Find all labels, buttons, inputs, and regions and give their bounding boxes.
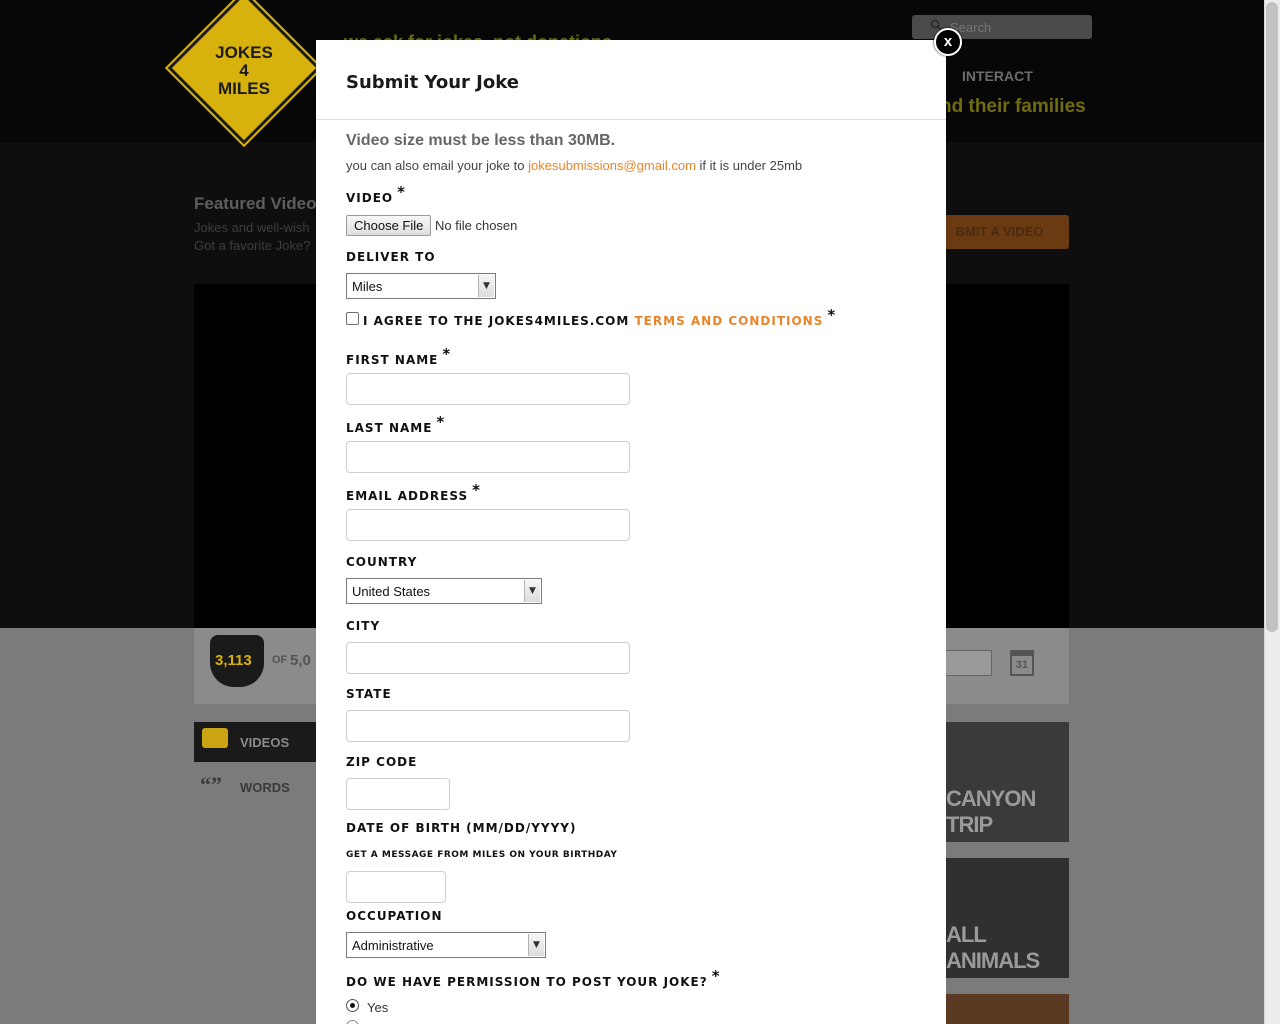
chevron-down-icon: ▼ <box>524 580 540 602</box>
featured-desc-line-2: Got a favorite Joke? <box>194 238 311 253</box>
dob-label: DATE OF BIRTH (MM/DD/YYYY) <box>346 821 577 835</box>
occupation-select[interactable]: Administrative ▼ <box>346 932 546 958</box>
email-link[interactable]: jokesubmissions@gmail.com <box>528 158 696 173</box>
last-name-field[interactable] <box>346 441 630 473</box>
file-status: No file chosen <box>435 218 518 233</box>
submit-joke-modal: Submit Your Joke Video size must be less… <box>316 40 946 1024</box>
chevron-down-icon: ▼ <box>478 275 494 297</box>
email-note-prefix: you can also email your joke to <box>346 158 529 173</box>
email-field[interactable] <box>346 509 630 541</box>
joke-count: 3,113 <box>215 652 252 669</box>
required-marker: * <box>397 183 406 201</box>
nav-interact[interactable]: INTERACT <box>962 68 1033 84</box>
video-thumbnail[interactable]: CANYON TRIP <box>942 722 1069 842</box>
occupation-label: OCCUPATION <box>346 909 443 923</box>
scrollbar-thumb[interactable] <box>1266 2 1278 632</box>
first-name-label: FIRST NAME * <box>346 345 451 368</box>
permission-no-radio[interactable] <box>346 1020 359 1024</box>
deliver-to-label: DELIVER TO <box>346 250 436 264</box>
terms-prefix: I AGREE TO THE JOKES4MILES.COM <box>363 314 635 328</box>
terms-link[interactable]: TERMS AND CONDITIONS <box>635 314 824 328</box>
required-marker: * <box>827 306 837 324</box>
zip-field[interactable] <box>346 778 450 810</box>
dob-sublabel: GET A MESSAGE FROM MILES ON YOUR BIRTHDA… <box>346 850 618 860</box>
close-button[interactable]: x <box>934 28 962 56</box>
deliver-to-value: Miles <box>352 279 383 294</box>
logo-text: JOKES 4 MILES <box>184 44 304 98</box>
zip-label: ZIP CODE <box>346 755 418 769</box>
first-name-field[interactable] <box>346 373 630 405</box>
required-marker: * <box>436 413 446 431</box>
required-marker: * <box>711 967 721 985</box>
chevron-down-icon: ▼ <box>528 934 544 956</box>
logo-line-3: MILES <box>218 79 270 98</box>
quote-icon: “” <box>200 772 222 797</box>
search-input[interactable] <box>950 19 1080 35</box>
video-thumbnail[interactable]: ALL ANIMALS <box>942 858 1069 978</box>
filter-select[interactable] <box>940 650 992 676</box>
nav-families-text: nd their families <box>940 96 1086 117</box>
logo-line-1: JOKES <box>215 43 273 62</box>
first-name-label-text: FIRST NAME <box>346 353 439 367</box>
featured-desc-line-1: Jokes and well-wish <box>194 220 310 235</box>
required-marker: * <box>472 481 481 499</box>
featured-title: Featured Video <box>194 194 317 213</box>
video-label-text: VIDEO <box>346 191 394 205</box>
last-name-label-text: LAST NAME <box>346 421 433 435</box>
state-field[interactable] <box>346 710 630 742</box>
video-camera-icon <box>202 728 228 748</box>
last-name-label: LAST NAME * <box>346 413 445 436</box>
country-value: United States <box>352 584 431 599</box>
thumbnail-caption: CANYON TRIP <box>946 786 1036 837</box>
count-total: 5,0 <box>290 652 311 669</box>
count-of-label: OF <box>272 654 288 666</box>
submit-video-button[interactable]: BMIT A VIDEO <box>930 215 1069 249</box>
video-label: VIDEO * <box>346 183 406 206</box>
permission-yes-radio[interactable] <box>346 999 359 1012</box>
email-note: you can also email your joke to jokesubm… <box>346 158 802 173</box>
permission-label-text: DO WE HAVE PERMISSION TO POST YOUR JOKE? <box>346 975 708 989</box>
required-marker: * <box>442 345 452 363</box>
country-select[interactable]: United States ▼ <box>346 578 542 604</box>
video-size-note: Video size must be less than 30MB. <box>346 132 616 149</box>
calendar-icon[interactable]: 31 <box>1010 650 1034 676</box>
thumbnail-caption: ALL ANIMALS <box>946 922 1040 973</box>
country-label: COUNTRY <box>346 555 418 569</box>
featured-description: Jokes and well-wish Got a favorite Joke? <box>194 219 310 255</box>
city-field[interactable] <box>346 642 630 674</box>
logo-line-2: 4 <box>239 61 249 80</box>
terms-label: I AGREE TO THE JOKES4MILES.COM TERMS AND… <box>363 306 836 329</box>
dob-field[interactable] <box>346 871 446 903</box>
state-label: STATE <box>346 687 392 701</box>
tab-words[interactable]: WORDS <box>240 780 290 795</box>
permission-label: DO WE HAVE PERMISSION TO POST YOUR JOKE?… <box>346 967 721 990</box>
modal-title: Submit Your Joke <box>346 72 519 93</box>
radio-selected-dot <box>350 1003 355 1008</box>
deliver-to-select[interactable]: Miles ▼ <box>346 273 496 299</box>
choose-file-button[interactable]: Choose File <box>346 215 432 236</box>
email-label: EMAIL ADDRESS * <box>346 481 481 504</box>
video-thumbnail[interactable] <box>942 994 1069 1024</box>
email-label-text: EMAIL ADDRESS <box>346 489 469 503</box>
modal-header: Submit Your Joke <box>316 40 946 120</box>
city-label: CITY <box>346 619 381 633</box>
email-note-suffix: if it is under 25mb <box>695 158 803 173</box>
terms-checkbox[interactable] <box>346 312 359 325</box>
tab-videos-label[interactable]: VIDEOS <box>240 735 289 750</box>
occupation-value: Administrative <box>352 938 434 953</box>
permission-yes-label[interactable]: Yes <box>367 1000 388 1015</box>
